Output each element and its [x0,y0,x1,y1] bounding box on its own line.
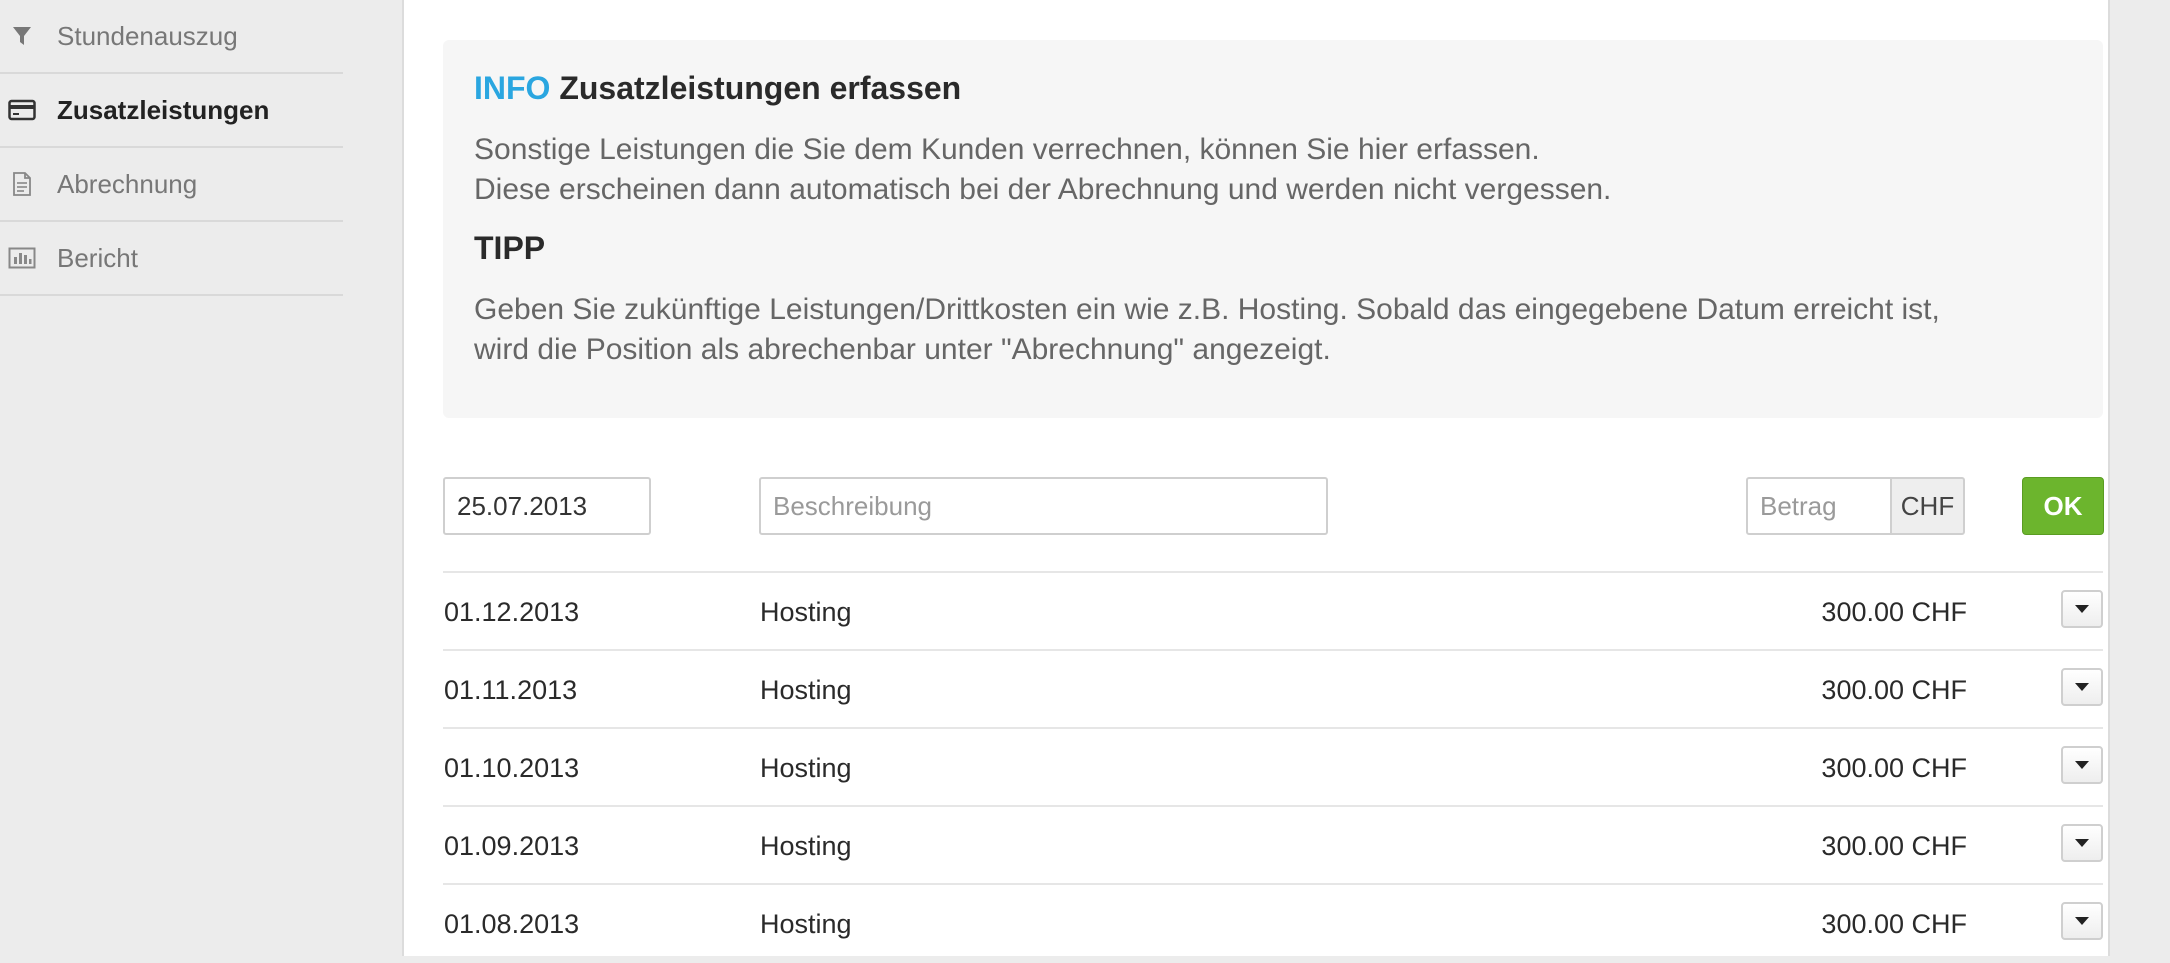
entry-date: 01.10.2013 [444,753,580,783]
entry-amount: 300.00 CHF [1821,753,1967,783]
sidebar-item-abrechnung[interactable]: Abrechnung [0,148,343,222]
sidebar-item-label: Stundenauszug [57,20,238,51]
sidebar-item-stundenauszug[interactable]: Stundenauszug [0,0,343,74]
row-actions-dropdown-button[interactable] [2061,902,2103,940]
credit-card-icon [7,95,37,125]
entry-description: Hosting [760,909,852,939]
currency-addon: CHF [1891,477,1965,535]
amount-input[interactable] [1746,477,1892,535]
tipp-text-line: wird die Position als abrechenbar unter … [474,333,1331,366]
sidebar-item-zusatzleistungen[interactable]: Zusatzleistungen [0,74,343,148]
sidebar: Stundenauszug Zusatzleistungen Abrechnun… [0,0,345,948]
caret-down-icon [2075,683,2089,691]
row-actions-dropdown-button[interactable] [2061,668,2103,706]
table-row: 01.10.2013 Hosting 300.00 CHF [443,727,2103,807]
tipp-title: TIPP [474,230,546,266]
date-input[interactable] [443,477,651,535]
entry-date: 01.11.2013 [444,675,578,705]
row-actions-dropdown-button[interactable] [2061,824,2103,862]
sidebar-item-label: Zusatzleistungen [57,94,270,125]
info-heading: Zusatzleistungen erfassen [559,70,962,106]
sidebar-item-label: Abrechnung [57,168,198,199]
entry-date: 01.09.2013 [444,831,580,861]
entry-date: 01.12.2013 [444,597,580,627]
entry-description: Hosting [760,831,852,861]
table-row: 01.11.2013 Hosting 300.00 CHF [443,649,2103,729]
table-row: 01.09.2013 Hosting 300.00 CHF [443,805,2103,885]
entry-description: Hosting [760,753,852,783]
row-actions-dropdown-button[interactable] [2061,590,2103,628]
entry-amount: 300.00 CHF [1821,831,1967,861]
entry-description: Hosting [760,597,852,627]
caret-down-icon [2075,917,2089,925]
entry-amount: 300.00 CHF [1821,909,1967,939]
document-icon [7,169,37,199]
entry-date: 01.08.2013 [444,909,580,939]
sidebar-item-bericht[interactable]: Bericht [0,222,343,296]
table-row: 01.08.2013 Hosting 300.00 CHF [443,883,2103,950]
ok-button[interactable]: OK [2022,477,2104,535]
description-input[interactable] [759,477,1328,535]
filter-icon [7,21,37,51]
entry-amount: 300.00 CHF [1821,597,1967,627]
caret-down-icon [2075,761,2089,769]
bar-chart-icon [7,243,37,273]
entry-description: Hosting [760,675,852,705]
info-title: INFO Zusatzleistungen erfassen [474,70,961,107]
info-tag: INFO [474,70,551,106]
table-row: 01.12.2013 Hosting 300.00 CHF [443,571,2103,651]
caret-down-icon [2075,605,2089,613]
caret-down-icon [2075,839,2089,847]
row-actions-dropdown-button[interactable] [2061,746,2103,784]
tipp-text-line: Geben Sie zukünftige Leistungen/Drittkos… [474,293,1940,326]
entry-amount: 300.00 CHF [1821,675,1967,705]
info-text-line: Diese erscheinen dann automatisch bei de… [474,173,1612,206]
sidebar-item-label: Bericht [57,242,138,273]
info-text-line: Sonstige Leistungen die Sie dem Kunden v… [474,133,1540,166]
